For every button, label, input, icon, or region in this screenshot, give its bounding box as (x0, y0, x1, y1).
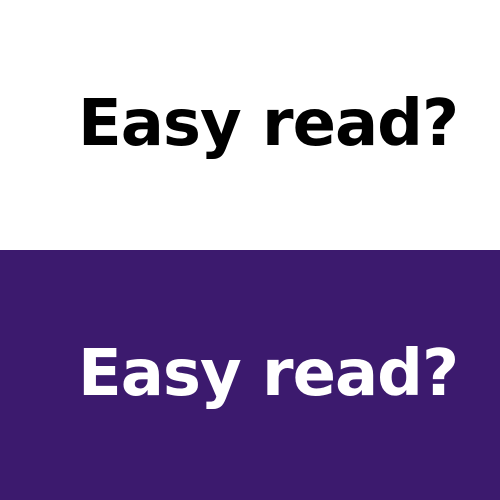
white-panel: Easy read? (0, 0, 500, 250)
purple-panel: Easy read? (0, 250, 500, 500)
headline-white-on-purple: Easy read? (78, 337, 459, 411)
headline-black-on-white: Easy read? (78, 87, 459, 161)
